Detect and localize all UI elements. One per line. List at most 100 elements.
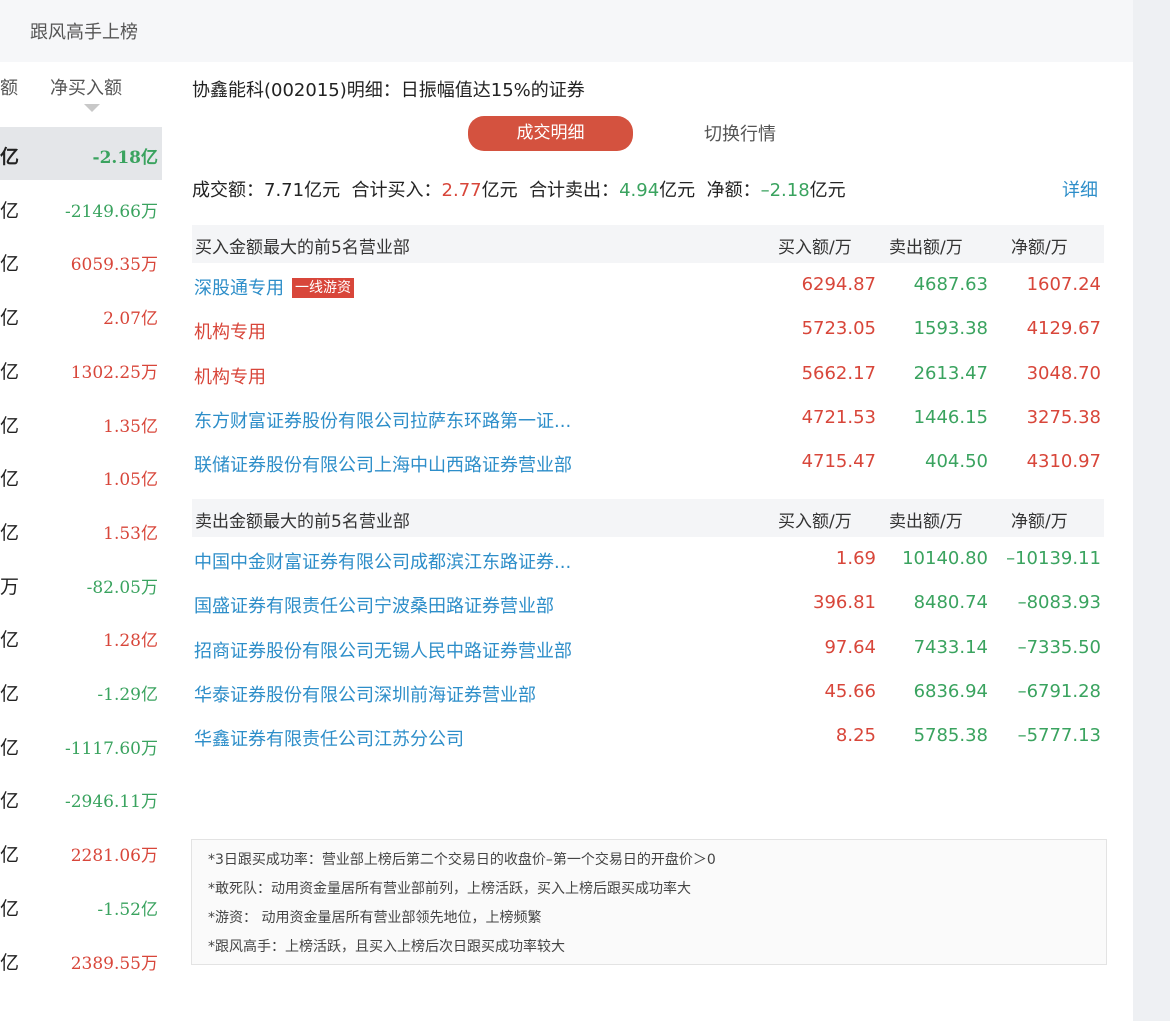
buy-amount: 6294.87	[801, 274, 876, 295]
detail-link[interactable]: 详细	[1062, 176, 1098, 202]
buy-amount: 4721.53	[801, 406, 876, 428]
broker-name[interactable]: 国盛证券有限责任公司宁波桑田路证券营业部	[194, 592, 554, 618]
sell-section-title: 卖出金额最大的前5名营业部	[195, 512, 410, 532]
sell-amount: 404.50	[925, 451, 988, 473]
sell-amount: 5785.38	[913, 725, 988, 747]
broker-name[interactable]: 深股通专用 一线游资	[194, 274, 354, 300]
sell-amount: 2613.47	[913, 362, 988, 384]
left-row-cut-value: 万	[0, 575, 20, 598]
left-list-row[interactable]: 亿 -2946.11万	[0, 771, 162, 824]
left-list-row[interactable]: 亿 -1.29亿	[0, 664, 162, 717]
switch-market-button[interactable]: 切换行情	[704, 120, 776, 146]
col-net-header: 净额/万	[1011, 512, 1068, 532]
left-list-row[interactable]: 亿 1.35亿	[0, 396, 162, 449]
broker-name-text: 招商证券股份有限公司无锡人民中路证券营业部	[194, 640, 572, 662]
left-row-cut-value: 亿	[0, 844, 20, 867]
left-list-row[interactable]: 亿 6059.35万	[0, 234, 162, 287]
left-row-cut-value: 亿	[0, 629, 20, 652]
left-row-net-buy: 1.05亿	[103, 470, 158, 491]
left-row-cut-value: 亿	[0, 951, 20, 974]
broker-name-text: 深股通专用	[194, 278, 284, 299]
broker-row[interactable]: 华泰证券股份有限公司深圳前海证券营业部 45.66 6836.94 –6791.28	[192, 671, 1104, 715]
left-row-net-buy: -2.18亿	[92, 148, 158, 168]
net-amount: 4310.97	[1026, 451, 1101, 473]
left-row-net-buy: -2149.66万	[64, 201, 158, 222]
sell-total-value: 4.94	[619, 180, 660, 201]
left-row-cut-value: 亿	[0, 360, 20, 383]
net-amount: 3275.38	[1026, 406, 1101, 428]
note-line: *敢死队：动用资金量居所有营业部前列，上榜活跃，买入上榜后跟买成功率大	[208, 881, 691, 897]
net-label: 净额：	[706, 180, 761, 201]
buy-total-value: 2.77	[441, 180, 482, 201]
sell-amount: 8480.74	[913, 592, 988, 614]
broker-name[interactable]: 招商证券股份有限公司无锡人民中路证券营业部	[194, 637, 572, 663]
buy-amount: 4715.47	[801, 451, 876, 473]
broker-row[interactable]: 机构专用 5723.05 1593.38 4129.67	[192, 308, 1104, 352]
left-list-row[interactable]: 亿 2.07亿	[0, 288, 162, 341]
broker-row[interactable]: 机构专用 5662.17 2613.47 3048.70	[192, 353, 1104, 397]
buy-amount: 5662.17	[801, 362, 876, 384]
broker-row[interactable]: 华鑫证券有限责任公司江苏分公司 8.25 5785.38 –5777.13	[192, 715, 1104, 759]
sell-amount: 7433.14	[913, 636, 988, 658]
left-list-row[interactable]: 亿 2389.55万	[0, 933, 162, 986]
broker-name[interactable]: 东方财富证券股份有限公司拉萨东环路第一证...	[194, 407, 571, 433]
left-row-cut-value: 亿	[0, 736, 20, 759]
left-list-row[interactable]: 亿 1.53亿	[0, 503, 162, 556]
left-row-net-buy: 1.28亿	[103, 631, 158, 652]
sell-amount: 1593.38	[913, 318, 988, 340]
broker-row[interactable]: 东方财富证券股份有限公司拉萨东环路第一证... 4721.53 1446.15 327…	[192, 397, 1104, 441]
left-row-cut-value: 亿	[0, 897, 20, 920]
left-list-row[interactable]: 亿 1.28亿	[0, 610, 162, 663]
left-row-net-buy: -1117.60万	[64, 738, 158, 759]
left-row-net-buy: -1.29亿	[97, 685, 158, 705]
broker-name-text: 华鑫证券有限责任公司江苏分公司	[194, 729, 464, 751]
left-row-cut-value: 亿	[0, 468, 20, 491]
broker-name-text: 机构专用	[194, 366, 266, 388]
broker-row[interactable]: 深股通专用 一线游资 6294.87 4687.63 1607.24	[192, 264, 1104, 308]
col-sell-header: 卖出额/万	[889, 512, 963, 532]
left-row-cut-value: 亿	[0, 199, 20, 222]
left-row-net-buy: 6059.35万	[70, 255, 158, 276]
net-buy-header[interactable]: 净买入额	[50, 74, 122, 100]
broker-name[interactable]: 华鑫证券有限责任公司江苏分公司	[194, 725, 464, 751]
left-list-row[interactable]: 万 -82.05万	[0, 557, 162, 610]
net-amount: –10139.11	[1006, 548, 1101, 569]
broker-name[interactable]: 机构专用	[194, 318, 266, 344]
buy-section-title: 买入金额最大的前5名营业部	[195, 238, 410, 258]
tab-follow-masters[interactable]: 跟风高手上榜	[30, 18, 138, 44]
net-amount: 3048.70	[1026, 362, 1101, 384]
broker-name[interactable]: 华泰证券股份有限公司深圳前海证券营业部	[194, 681, 536, 707]
trade-summary: 成交额：7.71亿元 合计买入：2.77亿元 合计卖出：4.94亿元 净额：–2…	[192, 176, 846, 202]
broker-row[interactable]: 中国中金财富证券有限公司成都滨江东路证券... 1.69 10140.80 –1013…	[192, 538, 1104, 582]
broker-name[interactable]: 机构专用	[194, 363, 266, 389]
broker-row[interactable]: 国盛证券有限责任公司宁波桑田路证券营业部 396.81 8480.74 –8083.9…	[192, 582, 1104, 626]
broker-name-text: 华泰证券股份有限公司深圳前海证券营业部	[194, 684, 536, 706]
net-amount: –5777.13	[1017, 725, 1101, 747]
left-list-row[interactable]: 亿 1302.25万	[0, 342, 162, 395]
left-list-row[interactable]: 亿 -1117.60万	[0, 718, 162, 771]
left-row-net-buy: -1.52亿	[97, 899, 158, 920]
left-row-net-buy: 1.53亿	[103, 523, 158, 544]
turnover-value: 7.71亿元	[264, 180, 341, 201]
left-list-row[interactable]: 亿 -1.52亿	[0, 879, 162, 932]
left-list-row[interactable]: 亿 2281.06万	[0, 825, 162, 878]
col-buy-header: 买入额/万	[778, 238, 852, 258]
left-row-cut-value: 亿	[0, 521, 20, 544]
broker-name-text: 东方财富证券股份有限公司拉萨东环路第一证...	[194, 410, 572, 432]
buy-amount: 8.25	[835, 725, 876, 747]
buy-amount: 45.66	[824, 680, 876, 702]
left-list-row[interactable]: 亿 1.05亿	[0, 449, 162, 502]
left-list-row[interactable]: 亿 -2149.66万	[0, 181, 162, 234]
sort-desc-icon[interactable]	[84, 104, 100, 112]
left-list-row[interactable]: 亿 -2.18亿	[0, 127, 162, 180]
net-amount: –6791.28	[1017, 680, 1101, 702]
trade-detail-button[interactable]: 成交明细	[468, 116, 633, 151]
broker-name[interactable]: 中国中金财富证券有限公司成都滨江东路证券...	[194, 548, 571, 574]
buy-amount: 97.64	[824, 636, 876, 658]
broker-row[interactable]: 联储证券股份有限公司上海中山西路证券营业部 4715.47 404.50 4310.9…	[192, 441, 1104, 485]
left-row-cut-value: 亿	[0, 790, 20, 813]
broker-name[interactable]: 联储证券股份有限公司上海中山西路证券营业部	[194, 451, 572, 477]
broker-row[interactable]: 招商证券股份有限公司无锡人民中路证券营业部 97.64 7433.14 –7335.5…	[192, 627, 1104, 671]
net-amount: –7335.50	[1017, 636, 1101, 658]
left-row-net-buy: 1302.25万	[70, 362, 158, 383]
